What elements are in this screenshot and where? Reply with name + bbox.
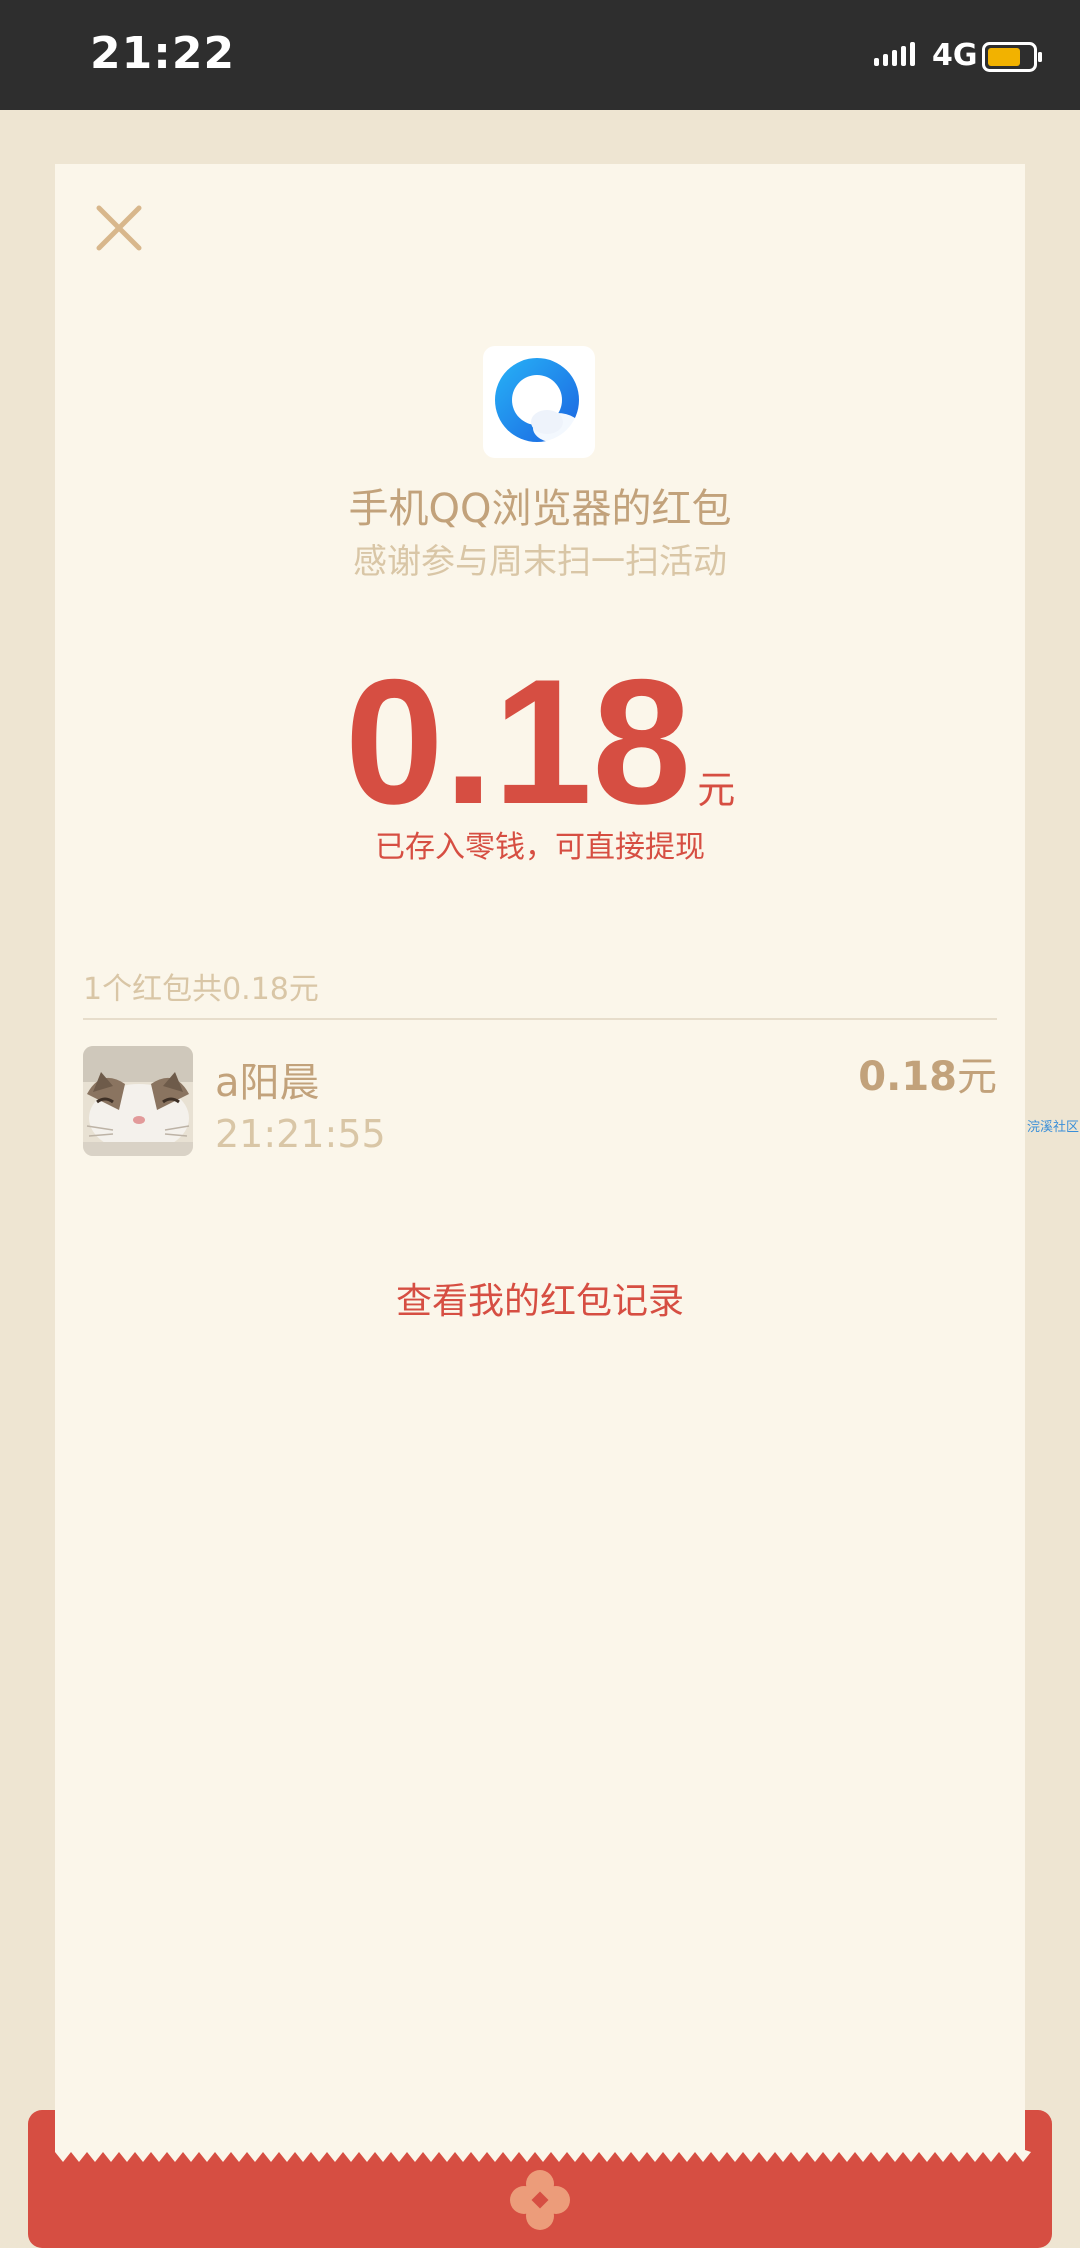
cat-avatar-image (83, 1046, 193, 1156)
signal-icon (874, 42, 915, 66)
receiver-amount: 0.18元 (858, 1044, 997, 1102)
packet-summary: 1个红包共0.18元 (83, 972, 319, 1007)
amount-note: 已存入零钱，可直接提现 (375, 830, 705, 865)
divider (83, 1018, 997, 1020)
amount-display: 0.18 元 (55, 644, 1025, 840)
receive-time: 21:21:55 (215, 1112, 386, 1156)
avatar[interactable] (83, 1046, 193, 1156)
close-icon[interactable] (91, 200, 147, 256)
envelope-bottom (28, 2110, 1052, 2248)
amount-value: 0.18 (344, 642, 692, 841)
receiver-amount-unit: 元 (957, 1054, 997, 1100)
view-records-link[interactable]: 查看我的红包记录 (55, 1272, 1025, 1324)
battery-icon (982, 42, 1042, 72)
amount-unit: 元 (697, 768, 736, 812)
status-time: 21:22 (90, 28, 236, 79)
red-packet-card: 手机QQ浏览器的红包 感谢参与周末扫一扫活动 0.18 元 已存入零钱，可直接提现… (55, 164, 1025, 2194)
sender-title: 手机QQ浏览器的红包 (348, 486, 732, 532)
qq-browser-logo (483, 346, 595, 458)
side-watermark-label: 浣溪社区 (1027, 1120, 1080, 1135)
greeting-message: 感谢参与周末扫一扫活动 (353, 542, 727, 582)
receiver-name: a阳晨 (215, 1060, 320, 1106)
receiver-amount-value: 0.18 (858, 1054, 957, 1100)
qq-browser-logo-icon (495, 358, 581, 443)
status-bar: 21:22 4G (0, 0, 1080, 110)
network-type-label: 4G (932, 38, 978, 73)
